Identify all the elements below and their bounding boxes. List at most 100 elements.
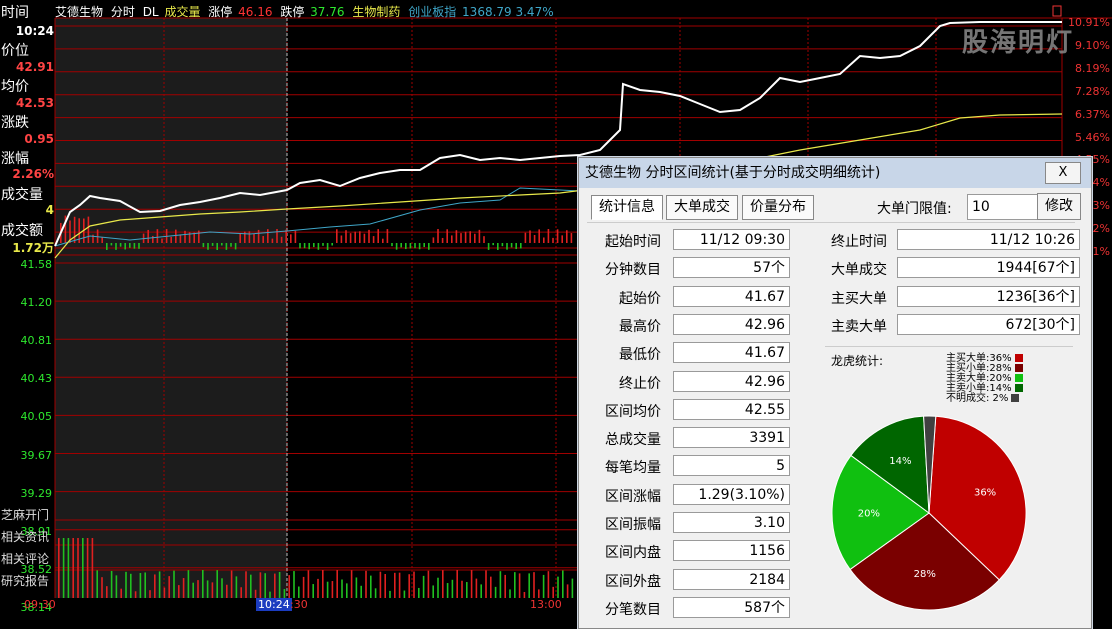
volume-bar	[409, 243, 412, 249]
field-value: 42.96	[673, 370, 790, 392]
volume-bar	[566, 230, 568, 243]
volume-bar	[245, 571, 247, 598]
tab-price-volume[interactable]: 价量分布	[742, 195, 814, 220]
close-button[interactable]: X	[1045, 162, 1081, 184]
volume-bar	[475, 578, 478, 598]
volume-bar	[182, 578, 185, 598]
volume-bar	[294, 230, 297, 243]
limit-up-value: 46.16	[238, 5, 273, 19]
volume-bar	[345, 230, 347, 243]
y-tick-label-pct: 8.19%	[1075, 61, 1110, 75]
pie-legend-label: 不明成交: 2%	[946, 393, 1009, 404]
volume-bar	[226, 584, 228, 598]
chart-header: 艾德生物 分时 DL 成交量 涨停 46.16 跌停 37.76 生物制药 创业…	[55, 3, 558, 20]
volume-bar	[566, 584, 569, 598]
dl-label: DL	[142, 5, 159, 19]
volume-bar	[355, 577, 358, 598]
amount-label: 成交额	[1, 223, 43, 239]
volume-bar	[303, 243, 306, 249]
volume-bar	[524, 232, 527, 243]
field-label: 起始价	[619, 290, 661, 307]
volume-bar	[346, 583, 348, 598]
volume-bar	[331, 581, 334, 598]
field-label: 区间涨幅	[605, 488, 661, 505]
volume-bar	[331, 243, 333, 246]
volume-bar	[483, 236, 485, 243]
volume-bar	[106, 243, 108, 250]
volume-bar	[207, 243, 209, 250]
volume-bar	[490, 576, 492, 598]
pie-legend-item: 不明成交: 2%	[946, 393, 1020, 404]
pie-legend-swatch	[1014, 374, 1023, 382]
x-label-open-suffix: :30	[290, 598, 308, 611]
volume-bar	[86, 538, 89, 598]
field-label: 主买大单	[831, 290, 887, 307]
volume-bar	[192, 582, 194, 598]
pct-value: 2.26%	[12, 167, 54, 181]
field-value: 41.67	[673, 285, 790, 307]
volume-bar	[285, 229, 287, 243]
field-value: 1.29(3.10%)	[673, 483, 790, 505]
volume-bar	[173, 570, 175, 598]
tab-stats[interactable]: 统计信息	[591, 195, 663, 220]
pct-label: 涨幅	[1, 151, 29, 167]
volume-bar	[389, 590, 391, 598]
volume-bar	[206, 580, 209, 598]
volume-bar	[101, 577, 103, 598]
volume-bar	[340, 235, 343, 243]
time-value: 10:24	[15, 24, 54, 38]
x-label-cursor: 10:24	[256, 598, 292, 611]
tab-big-orders[interactable]: 大单成交	[666, 195, 738, 220]
volume-bar	[398, 572, 401, 598]
pie-slice-label: 36%	[974, 487, 996, 498]
volume-bar	[466, 582, 468, 598]
field-value: 42.96	[673, 313, 790, 335]
pie-slice-label: 20%	[858, 509, 880, 520]
volume-bar	[257, 229, 260, 243]
volume-bar	[570, 233, 573, 243]
volume-bar	[138, 243, 140, 249]
change-value: 0.95	[24, 132, 54, 146]
volume-bar	[533, 572, 535, 598]
volume-bar	[67, 538, 70, 598]
pie-legend-swatch	[1014, 354, 1023, 362]
volume-bar	[394, 572, 396, 598]
field-label: 终止价	[619, 375, 661, 392]
volume-bar	[460, 233, 462, 243]
link-research[interactable]: 研究报告	[1, 572, 49, 589]
volume-bar	[101, 237, 103, 243]
volume-bar	[235, 576, 238, 598]
volume-bar	[451, 235, 453, 243]
volume-bar	[156, 229, 159, 243]
volume-bar	[391, 243, 393, 247]
volume-bar	[403, 590, 406, 598]
stock-name[interactable]: 艾德生物	[55, 5, 103, 19]
volume-bar	[528, 573, 530, 598]
pie-slice-label: 14%	[889, 456, 911, 467]
volume-bar	[446, 229, 448, 243]
y-tick-label: 40.05	[20, 410, 53, 424]
modify-button[interactable]: 修改	[1037, 193, 1081, 220]
volume-bar	[428, 243, 430, 250]
volume-bar	[230, 243, 232, 247]
y-tick-label-pct: 7.28%	[1075, 84, 1110, 98]
link-zhima[interactable]: 芝麻开门	[1, 506, 49, 523]
avg-label: 均价	[1, 79, 29, 95]
volume-bar	[336, 570, 338, 598]
volume-bar	[422, 575, 425, 598]
sector-label[interactable]: 生物制药	[352, 5, 400, 19]
volume-bar	[363, 233, 366, 243]
link-news[interactable]: 相关资讯	[1, 528, 49, 545]
volume-bar	[119, 243, 122, 247]
volume-bar	[110, 243, 113, 246]
volume-bar	[562, 570, 564, 598]
link-comments[interactable]: 相关评论	[1, 550, 49, 567]
volume-bar	[326, 581, 329, 598]
volume-bar	[354, 231, 356, 243]
volume-bar	[77, 538, 79, 598]
price-value: 42.91	[16, 60, 54, 74]
volume-bar	[386, 229, 389, 243]
volume-bar	[197, 580, 199, 598]
index-name[interactable]: 创业板指	[408, 5, 456, 19]
volume-bar	[267, 229, 269, 243]
